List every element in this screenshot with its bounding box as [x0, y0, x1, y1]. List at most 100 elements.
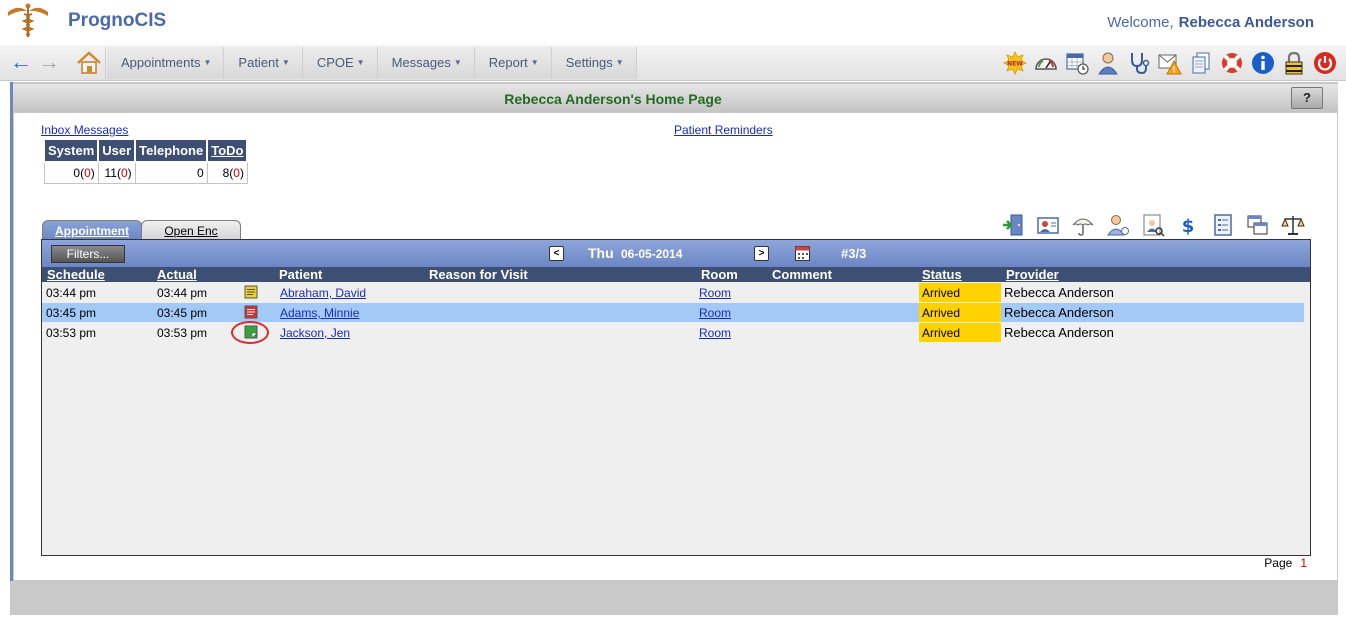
user-icon[interactable]	[1095, 50, 1121, 76]
inbox-header-telephone: Telephone	[134, 138, 209, 163]
chevron-down-icon: ▼	[615, 58, 624, 67]
appointment-tabs: Appointment Open Enc	[42, 220, 241, 240]
schedule-time: 03:53 pm	[46, 326, 97, 340]
status-badge[interactable]: Arrived	[919, 303, 1001, 322]
inbox-count-user[interactable]: 11(0)	[97, 161, 136, 184]
status-badge[interactable]: Arrived	[919, 323, 1001, 342]
table-row[interactable]: 03:45 pm 03:45 pm Adams, Minnie Room Arr…	[42, 303, 1304, 322]
inbox-count: 0	[197, 166, 204, 180]
welcome-prefix: Welcome,	[1107, 14, 1174, 31]
form-list-icon[interactable]	[1210, 212, 1235, 237]
provider-name: Rebecca Anderson	[1004, 305, 1114, 320]
provider-name: Rebecca Anderson	[1004, 285, 1114, 300]
inbox-count-system[interactable]: 0(0)	[43, 161, 99, 184]
menu-cpoe[interactable]: CPOE ▼	[302, 47, 378, 79]
alert-mail-icon[interactable]: !	[1157, 50, 1183, 76]
schedule-time: 03:44 pm	[46, 286, 97, 300]
chevron-down-icon: ▼	[281, 58, 290, 67]
inbox-unread: 0	[120, 166, 128, 180]
tab-open-enc[interactable]: Open Enc	[141, 220, 241, 240]
highlight-circle	[231, 321, 269, 344]
svg-text:!: !	[1172, 66, 1176, 75]
home-page-frame: Rebecca Anderson's Home Page ? Inbox Mes…	[10, 82, 1338, 615]
user-name: Rebecca Anderson	[1178, 14, 1314, 31]
table-row[interactable]: 03:44 pm 03:44 pm Abraham, David Room Ar…	[42, 283, 1304, 302]
patient-reminders-link[interactable]: Patient Reminders	[674, 123, 773, 137]
power-icon[interactable]	[1312, 50, 1338, 76]
status-badge[interactable]: Arrived	[919, 283, 1001, 302]
billing-dollar-icon[interactable]: $	[1175, 212, 1200, 237]
chevron-down-icon: ▼	[530, 58, 539, 67]
column-provider[interactable]: Provider	[1006, 267, 1059, 282]
actual-time: 03:45 pm	[157, 306, 208, 320]
home-button[interactable]	[72, 47, 106, 79]
filters-button[interactable]: Filters...	[51, 245, 125, 263]
actual-time: 03:44 pm	[157, 286, 208, 300]
welcome-message: Welcome, Rebecca Anderson	[1107, 14, 1314, 31]
menu-settings[interactable]: Settings ▼	[551, 47, 637, 79]
menu-patient-label: Patient	[238, 55, 279, 70]
provider-user-icon[interactable]	[1105, 212, 1130, 237]
menu-appointments[interactable]: Appointments ▼	[107, 47, 225, 79]
inbox-count-todo[interactable]: 8(0)	[206, 161, 248, 184]
patient-link[interactable]: Adams, Minnie	[280, 306, 359, 320]
room-link[interactable]: Room	[699, 286, 731, 300]
insurance-umbrella-icon[interactable]	[1070, 212, 1095, 237]
column-status[interactable]: Status	[922, 267, 962, 282]
next-day-button[interactable]: >	[754, 246, 769, 261]
inbox-header-system: System	[42, 138, 100, 163]
stethoscope-icon[interactable]	[1126, 50, 1152, 76]
calendar-clock-icon[interactable]	[1064, 50, 1090, 76]
page-number-link[interactable]: 1	[1300, 556, 1307, 570]
dashboard-gauge-icon[interactable]	[1033, 50, 1059, 76]
balance-scale-icon[interactable]	[1280, 212, 1305, 237]
help-button[interactable]: ?	[1291, 87, 1323, 109]
menu-patient[interactable]: Patient ▼	[224, 47, 303, 79]
menu-messages-label: Messages	[391, 55, 451, 70]
lifebuoy-icon[interactable]	[1219, 50, 1245, 76]
info-icon[interactable]	[1250, 50, 1276, 76]
appointment-column-headers: Schedule Actual Patient Reason for Visit…	[42, 267, 1310, 282]
home-icon	[77, 51, 101, 74]
back-arrow-icon[interactable]: ←	[10, 51, 32, 73]
inbox-count: 8	[222, 166, 230, 180]
app-title: PrognoCIS	[68, 10, 167, 31]
table-row[interactable]: 03:53 pm 03:53 pm Jackson, Jen Room Arri…	[42, 321, 1304, 344]
red-note-icon[interactable]	[244, 305, 258, 319]
inbox-header-todo[interactable]: ToDo	[206, 138, 249, 163]
main-menu: Appointments ▼ Patient ▼ CPOE ▼ Messages ▼ R…	[107, 47, 637, 79]
patient-search-icon[interactable]	[1140, 212, 1165, 237]
top-toolbar: NEW !	[1002, 50, 1338, 76]
menu-report[interactable]: Report ▼	[474, 47, 552, 79]
patient-card-icon[interactable]	[1035, 212, 1060, 237]
tab-appointment[interactable]: Appointment	[42, 220, 142, 240]
svg-text:$: $	[1181, 216, 1194, 237]
inbox-messages-link[interactable]: Inbox Messages	[41, 123, 128, 137]
inbox-count-telephone[interactable]: 0	[134, 161, 208, 184]
menu-settings-label: Settings	[565, 55, 613, 70]
column-actual[interactable]: Actual	[157, 267, 197, 282]
copy-windows-icon[interactable]	[1245, 212, 1270, 237]
calendar-icon[interactable]	[795, 245, 810, 261]
patient-link[interactable]: Abraham, David	[280, 286, 366, 300]
inbox-header-user: User	[97, 138, 137, 163]
home-content: Inbox Messages Patient Reminders System …	[14, 113, 1337, 580]
room-link[interactable]: Room	[699, 326, 731, 340]
page-title: Rebecca Anderson's Home Page	[504, 91, 722, 107]
column-reason: Reason for Visit	[429, 267, 528, 282]
yellow-note-icon[interactable]	[244, 285, 258, 299]
lock-icon[interactable]	[1281, 50, 1307, 76]
column-schedule[interactable]: Schedule	[47, 267, 105, 282]
previous-day-button[interactable]: <	[549, 246, 564, 261]
actual-time: 03:53 pm	[157, 326, 208, 340]
appointment-count: #3/3	[841, 246, 867, 261]
documents-icon[interactable]	[1188, 50, 1214, 76]
appointment-grid: Filters... < Thu 06-05-2014 > #3/3 Sched…	[41, 239, 1311, 556]
room-link[interactable]: Room	[699, 306, 731, 320]
menu-messages[interactable]: Messages ▼	[377, 47, 475, 79]
check-in-door-icon[interactable]	[1000, 212, 1025, 237]
patient-link[interactable]: Jackson, Jen	[280, 326, 350, 340]
forward-arrow-icon[interactable]: →	[38, 51, 60, 73]
schedule-time: 03:45 pm	[46, 306, 97, 320]
new-icon[interactable]: NEW	[1002, 50, 1028, 76]
